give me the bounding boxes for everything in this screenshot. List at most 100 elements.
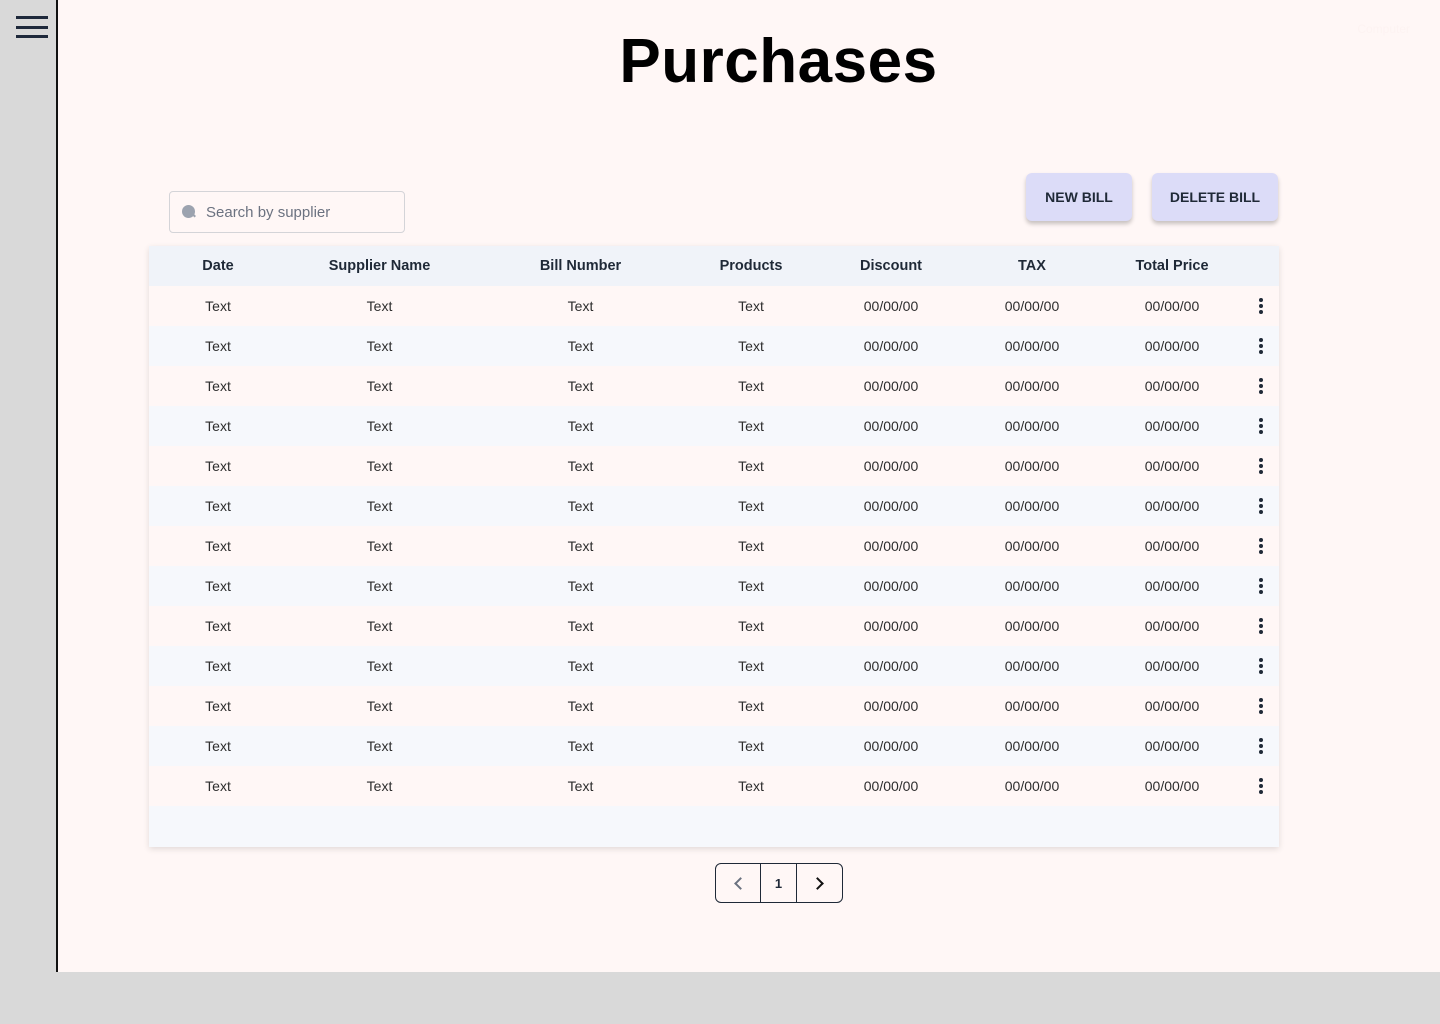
cell-tax: 00/00/00 — [1004, 378, 1060, 394]
cell-products: Text — [738, 778, 764, 794]
cell-discount: 00/00/00 — [863, 298, 919, 314]
cell-tax: 00/00/00 — [1004, 458, 1060, 474]
column-header-total-price[interactable]: Total Price — [1111, 246, 1233, 286]
purchases-table: Date Supplier Name Bill Number Products … — [149, 246, 1279, 847]
column-header-tax[interactable]: TAX — [971, 246, 1093, 286]
cell-bill-number: Text — [567, 738, 594, 754]
table-footer — [149, 806, 1279, 847]
cell-supplier-name: Text — [366, 378, 393, 394]
cell-products: Text — [738, 658, 764, 674]
table-row[interactable]: Text Text Text Text 00/00/00 00/00/00 00/00/00 — [149, 606, 1279, 646]
cell-discount: 00/00/00 — [863, 578, 919, 594]
table-row[interactable]: Text Text Text Text 00/00/00 00/00/00 00/00/00 — [149, 766, 1279, 806]
table-row[interactable]: Text Text Text Text 00/00/00 00/00/00 00/00/00 — [149, 326, 1279, 366]
page-title: Purchases — [619, 27, 938, 96]
main-content: Purchases Computer NEW BILL DELETE BILL … — [58, 0, 1440, 972]
search-icon — [182, 205, 196, 219]
hamburger-menu-icon[interactable] — [16, 16, 48, 38]
cell-date: Text — [205, 578, 231, 594]
cell-supplier-name: Text — [366, 618, 393, 634]
table-row[interactable]: Text Text Text Text 00/00/00 00/00/00 00/00/00 — [149, 646, 1279, 686]
cell-discount: 00/00/00 — [863, 538, 919, 554]
more-vertical-icon[interactable] — [1257, 618, 1265, 634]
search-input[interactable] — [206, 203, 386, 221]
cell-products: Text — [738, 578, 764, 594]
table-header-row: Date Supplier Name Bill Number Products … — [149, 246, 1279, 286]
column-header-date[interactable]: Date — [149, 246, 287, 286]
cell-supplier-name: Text — [366, 418, 393, 434]
cell-total-price: 00/00/00 — [1144, 298, 1200, 314]
table-row[interactable]: Text Text Text Text 00/00/00 00/00/00 00/00/00 — [149, 286, 1279, 326]
more-vertical-icon[interactable] — [1257, 498, 1265, 514]
page-number-current[interactable]: 1 — [761, 864, 797, 902]
more-vertical-icon[interactable] — [1257, 538, 1265, 554]
cell-total-price: 00/00/00 — [1144, 458, 1200, 474]
cell-bill-number: Text — [567, 618, 594, 634]
cell-products: Text — [738, 338, 764, 354]
chevron-left-icon — [733, 876, 747, 890]
cell-tax: 00/00/00 — [1004, 778, 1060, 794]
more-vertical-icon[interactable] — [1257, 458, 1265, 474]
more-vertical-icon[interactable] — [1257, 738, 1265, 754]
cell-discount: 00/00/00 — [863, 418, 919, 434]
cell-discount: 00/00/00 — [863, 498, 919, 514]
cell-supplier-name: Text — [366, 498, 393, 514]
table-row[interactable]: Text Text Text Text 00/00/00 00/00/00 00/00/00 — [149, 366, 1279, 406]
cell-supplier-name: Text — [366, 298, 393, 314]
prev-page-button[interactable] — [716, 864, 761, 902]
more-vertical-icon[interactable] — [1257, 418, 1265, 434]
more-vertical-icon[interactable] — [1257, 698, 1265, 714]
table-body: Text Text Text Text 00/00/00 00/00/00 00/00/00… — [149, 286, 1279, 806]
pagination: 1 — [715, 863, 843, 903]
cell-date: Text — [205, 418, 231, 434]
table-row[interactable]: Text Text Text Text 00/00/00 00/00/00 00/00/00 — [149, 486, 1279, 526]
cell-supplier-name: Text — [366, 538, 393, 554]
cell-bill-number: Text — [567, 378, 594, 394]
cell-date: Text — [205, 338, 231, 354]
cell-bill-number: Text — [567, 658, 594, 674]
table-row[interactable]: Text Text Text Text 00/00/00 00/00/00 00/00/00 — [149, 566, 1279, 606]
column-header-supplier-name[interactable]: Supplier Name — [297, 246, 462, 286]
cell-products: Text — [738, 458, 764, 474]
table-row[interactable]: Text Text Text Text 00/00/00 00/00/00 00/00/00 — [149, 686, 1279, 726]
table-row[interactable]: Text Text Text Text 00/00/00 00/00/00 00/00/00 — [149, 406, 1279, 446]
cell-total-price: 00/00/00 — [1144, 738, 1200, 754]
cell-products: Text — [738, 698, 764, 714]
cell-total-price: 00/00/00 — [1144, 578, 1200, 594]
corner-label: Computer — [1357, 22, 1410, 36]
cell-bill-number: Text — [567, 298, 594, 314]
cell-date: Text — [205, 618, 231, 634]
cell-discount: 00/00/00 — [863, 658, 919, 674]
cell-bill-number: Text — [567, 418, 594, 434]
next-page-button[interactable] — [797, 864, 842, 902]
delete-bill-button[interactable]: DELETE BILL — [1152, 173, 1278, 221]
column-header-products[interactable]: Products — [689, 246, 813, 286]
cell-discount: 00/00/00 — [863, 778, 919, 794]
cell-total-price: 00/00/00 — [1144, 658, 1200, 674]
cell-date: Text — [205, 378, 231, 394]
cell-products: Text — [738, 738, 764, 754]
cell-bill-number: Text — [567, 698, 594, 714]
chevron-right-icon — [811, 876, 824, 890]
more-vertical-icon[interactable] — [1257, 578, 1265, 594]
cell-bill-number: Text — [567, 778, 594, 794]
table-row[interactable]: Text Text Text Text 00/00/00 00/00/00 00/00/00 — [149, 726, 1279, 766]
more-vertical-icon[interactable] — [1257, 298, 1265, 314]
more-vertical-icon[interactable] — [1257, 338, 1265, 354]
more-vertical-icon[interactable] — [1257, 378, 1265, 394]
search-box[interactable] — [169, 191, 405, 233]
cell-date: Text — [205, 458, 231, 474]
column-header-bill-number[interactable]: Bill Number — [498, 246, 663, 286]
cell-tax: 00/00/00 — [1004, 658, 1060, 674]
more-vertical-icon[interactable] — [1257, 658, 1265, 674]
cell-date: Text — [205, 698, 231, 714]
cell-total-price: 00/00/00 — [1144, 338, 1200, 354]
table-row[interactable]: Text Text Text Text 00/00/00 00/00/00 00/00/00 — [149, 446, 1279, 486]
cell-products: Text — [738, 538, 764, 554]
cell-products: Text — [738, 298, 764, 314]
cell-supplier-name: Text — [366, 738, 393, 754]
new-bill-button[interactable]: NEW BILL — [1026, 173, 1132, 221]
more-vertical-icon[interactable] — [1257, 778, 1265, 794]
table-row[interactable]: Text Text Text Text 00/00/00 00/00/00 00/00/00 — [149, 526, 1279, 566]
column-header-discount[interactable]: Discount — [830, 246, 952, 286]
